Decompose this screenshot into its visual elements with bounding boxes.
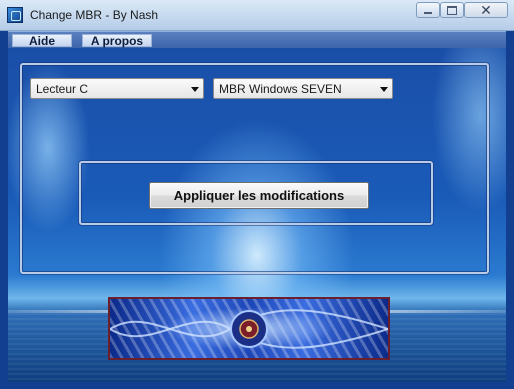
menu-item-aide[interactable]: Aide	[12, 34, 72, 48]
apply-button[interactable]: Appliquer les modifications	[149, 182, 369, 209]
drive-select-value: Lecteur C	[36, 82, 89, 96]
chevron-down-icon	[380, 87, 388, 92]
app-window: Change MBR - By Nash ✕ Aide A propos Lec…	[0, 0, 514, 389]
drive-select[interactable]: Lecteur C	[30, 78, 204, 99]
close-button[interactable]: ✕	[464, 2, 508, 18]
banner-artwork	[110, 309, 388, 349]
app-icon[interactable]	[7, 7, 23, 23]
chevron-down-icon	[191, 87, 199, 92]
minimize-button[interactable]	[416, 2, 440, 18]
maximize-button[interactable]	[440, 2, 464, 18]
mbr-select[interactable]: MBR Windows SEVEN	[213, 78, 393, 99]
menu-item-a-propos[interactable]: A propos	[82, 34, 152, 48]
mbr-select-value: MBR Windows SEVEN	[219, 82, 342, 96]
close-icon: ✕	[480, 2, 492, 18]
minimize-icon	[424, 12, 432, 14]
window-title: Change MBR - By Nash	[30, 8, 159, 22]
menu-bar: Aide A propos	[8, 31, 506, 49]
banner-image	[108, 297, 390, 360]
maximize-icon	[447, 5, 457, 15]
title-bar[interactable]: Change MBR - By Nash ✕	[0, 0, 514, 31]
